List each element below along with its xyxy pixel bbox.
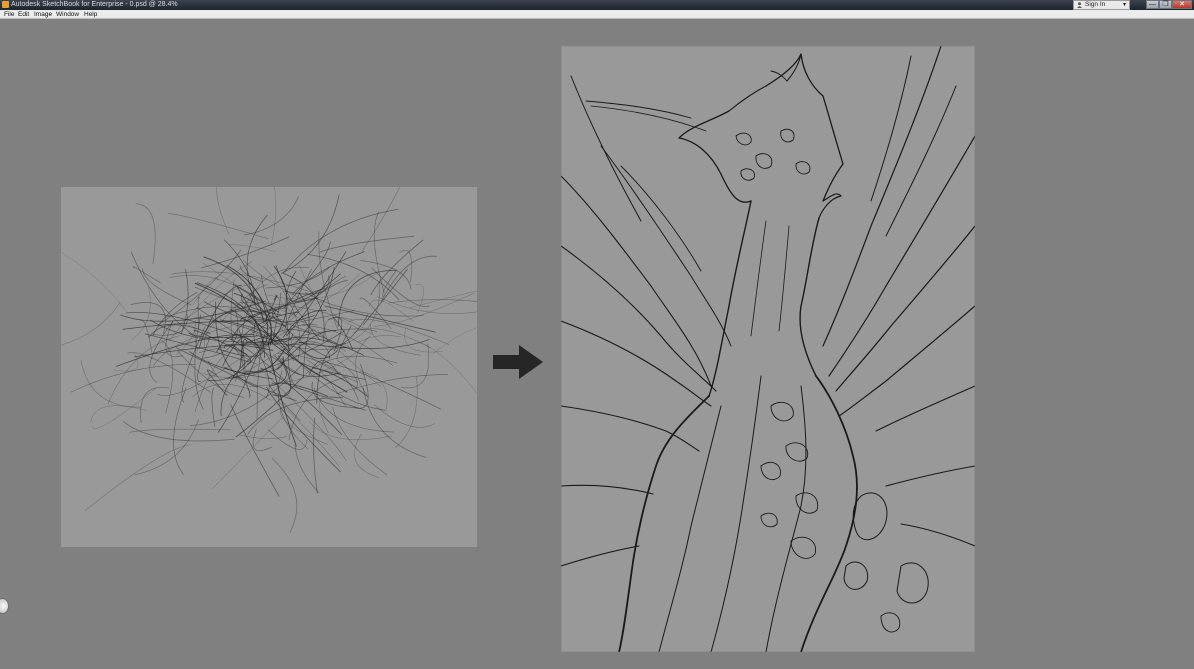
scribble-stroke	[270, 187, 276, 245]
scribble-stroke	[433, 327, 477, 354]
scribble-stroke	[211, 387, 216, 427]
scribble-stroke	[382, 270, 397, 297]
scribble-stroke	[249, 348, 362, 387]
scribble-stroke	[173, 387, 187, 475]
scribble-stroke	[243, 196, 300, 236]
title-bar: Autodesk SketchBook for Enterprise - 0.p…	[0, 0, 1194, 10]
menu-bar: File Edit Image Window Help	[0, 10, 1194, 19]
sign-in-label: Sign In	[1085, 1, 1106, 8]
scribble-stroke	[415, 283, 424, 314]
scribble-stroke	[142, 268, 192, 306]
scribble-stroke	[194, 314, 204, 410]
window-title: Autodesk SketchBook for Enterprise - 0.p…	[11, 1, 178, 8]
scribble-stroke	[90, 405, 148, 423]
menu-window[interactable]: Window	[56, 10, 79, 19]
phoenix-lineart	[561, 46, 975, 652]
scribble-stroke	[167, 213, 269, 240]
scribble-stroke	[135, 203, 156, 264]
scribble-drawing	[61, 187, 477, 533]
scribble-stroke	[336, 374, 449, 395]
scribble-stroke	[370, 239, 424, 296]
scribble-stroke	[376, 296, 477, 314]
minimize-button[interactable]: —	[1146, 0, 1159, 9]
scribble-stroke	[107, 335, 181, 405]
scribble-stroke	[280, 194, 340, 274]
scribble-stroke	[421, 342, 477, 394]
scribble-stroke	[242, 266, 309, 311]
maximize-button[interactable]: ❐	[1159, 0, 1172, 9]
scribble-stroke	[140, 387, 170, 423]
scribble-stroke	[132, 266, 161, 284]
scribble-stroke	[283, 208, 399, 273]
scribble-stroke	[175, 325, 195, 356]
scribble-stroke	[374, 404, 435, 428]
menu-edit[interactable]: Edit	[18, 10, 29, 19]
scribble-stroke	[200, 236, 290, 269]
scribble-stroke	[70, 364, 196, 393]
scribble-stroke	[177, 350, 245, 398]
scribble-stroke	[265, 373, 347, 461]
scribble-stroke	[294, 445, 320, 494]
right-arrow-icon	[493, 345, 543, 379]
scribble-stroke	[61, 251, 127, 312]
rotation-dial-icon[interactable]	[0, 598, 9, 614]
scribble-stroke	[381, 255, 437, 301]
person-icon	[1077, 2, 1082, 8]
scribble-stroke	[389, 299, 477, 304]
scribble-stroke	[278, 401, 340, 467]
lineart-canvas[interactable]	[561, 46, 975, 652]
scribble-stroke	[332, 407, 388, 476]
menu-file[interactable]: File	[4, 10, 14, 19]
scribble-stroke	[61, 302, 121, 346]
scribble-stroke	[230, 404, 280, 497]
scribble-stroke	[265, 266, 330, 289]
scribble-canvas[interactable]	[61, 187, 477, 547]
sketchbook-app-icon	[2, 1, 9, 8]
chevron-down-icon: ▾	[1122, 2, 1126, 8]
menu-help[interactable]: Help	[84, 10, 97, 19]
scribble-stroke	[266, 386, 341, 473]
scribble-stroke	[271, 457, 298, 533]
scribble-stroke	[129, 428, 231, 433]
menu-image[interactable]: Image	[34, 10, 52, 19]
scribble-stroke	[371, 267, 430, 308]
scribble-stroke	[313, 388, 395, 433]
scribble-stroke	[252, 428, 273, 451]
close-button[interactable]: ✕	[1172, 0, 1192, 9]
sign-in-dropdown[interactable]: Sign In ▾	[1073, 0, 1130, 10]
scribble-stroke	[354, 433, 380, 479]
